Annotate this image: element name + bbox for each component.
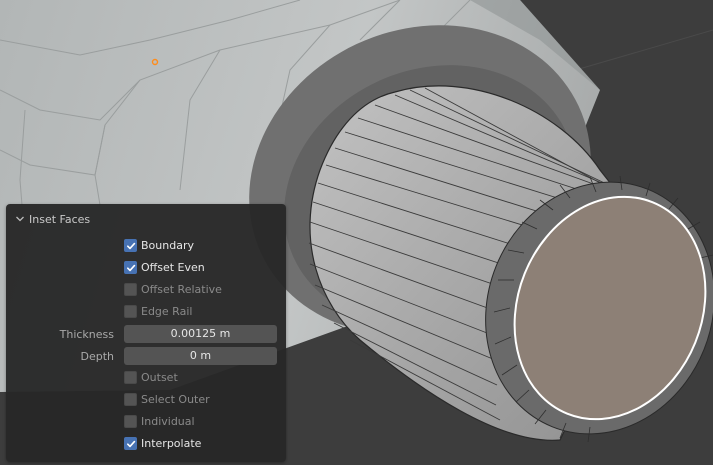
checkbox-label: Individual <box>141 415 195 428</box>
operator-panel-header[interactable]: Inset Faces <box>6 208 286 230</box>
checkbox-offset-even[interactable] <box>124 261 137 274</box>
thickness-field[interactable]: 0.00125 m <box>124 325 277 343</box>
checkbox-outset[interactable] <box>124 371 137 384</box>
checkbox-row-interpolate[interactable]: Interpolate <box>6 434 286 454</box>
checkbox-label: Offset Relative <box>141 283 222 296</box>
checkbox-label: Boundary <box>141 239 194 252</box>
depth-label: Depth <box>80 350 114 363</box>
checkbox-row-edge-rail[interactable]: Edge Rail <box>6 302 286 322</box>
checkbox-row-boundary[interactable]: Boundary <box>6 236 286 256</box>
checkbox-label: Select Outer <box>141 393 210 406</box>
operator-panel: Inset Faces Boundary Offset Even Offset … <box>6 204 286 462</box>
checkbox-individual[interactable] <box>124 415 137 428</box>
thickness-label: Thickness <box>59 328 114 341</box>
thickness-row: Thickness 0.00125 m <box>6 324 286 344</box>
chevron-down-icon[interactable] <box>14 213 26 225</box>
checkbox-select-outer[interactable] <box>124 393 137 406</box>
depth-field[interactable]: 0 m <box>124 347 277 365</box>
checkbox-row-individual[interactable]: Individual <box>6 412 286 432</box>
checkbox-edge-rail[interactable] <box>124 305 137 318</box>
checkbox-label: Outset <box>141 371 178 384</box>
checkmark-icon <box>127 242 136 250</box>
cylinder-mesh <box>308 85 713 443</box>
checkmark-icon <box>127 264 136 272</box>
checkbox-label: Edge Rail <box>141 305 193 318</box>
checkmark-icon <box>127 440 136 448</box>
checkbox-label: Interpolate <box>141 437 202 450</box>
checkbox-boundary[interactable] <box>124 239 137 252</box>
depth-row: Depth 0 m <box>6 346 286 366</box>
checkbox-row-offset-relative[interactable]: Offset Relative <box>6 280 286 300</box>
checkbox-label: Offset Even <box>141 261 205 274</box>
panel-title: Inset Faces <box>29 212 91 226</box>
checkbox-row-outset[interactable]: Outset <box>6 368 286 388</box>
checkbox-interpolate[interactable] <box>124 437 137 450</box>
checkbox-row-select-outer[interactable]: Select Outer <box>6 390 286 410</box>
checkbox-offset-relative[interactable] <box>124 283 137 296</box>
checkbox-row-offset-even[interactable]: Offset Even <box>6 258 286 278</box>
